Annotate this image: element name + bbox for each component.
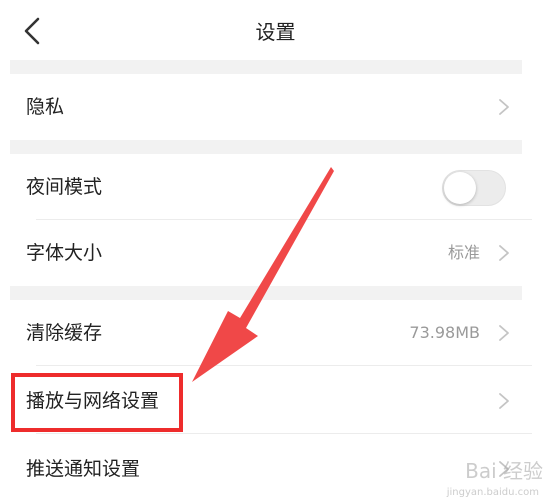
night-mode-toggle[interactable] [442,170,506,206]
chevron-right-icon [499,245,509,261]
settings-page: 设置 隐私 夜间模式 字体大小 标准 清除缓存 73.98MB 播放与网络设置 … [0,0,551,500]
row-clear-cache-label: 清除缓存 [26,322,103,344]
back-button[interactable] [16,14,50,48]
chevron-left-icon [24,17,40,45]
chevron-right-icon [499,325,509,341]
row-divider [36,365,532,366]
row-divider [36,433,532,434]
row-night-mode: 夜间模式 [10,154,532,220]
row-push-notification-label: 推送通知设置 [26,458,141,480]
row-push-notification[interactable]: 推送通知设置 [10,436,522,500]
row-privacy-label: 隐私 [26,96,65,118]
section-gap [10,286,522,300]
row-night-mode-label: 夜间模式 [26,176,103,198]
highlight-box [11,373,183,432]
row-clear-cache[interactable]: 清除缓存 73.98MB [10,300,532,366]
row-font-size-value: 标准 [447,243,480,262]
toggle-knob [444,172,476,204]
row-privacy[interactable]: 隐私 [10,74,522,140]
row-font-size-label: 字体大小 [26,242,103,264]
watermark-url: jingyan.baidu.com [446,487,539,498]
section-gap [10,60,522,74]
header-bar: 设置 [0,0,551,64]
row-clear-cache-value: 73.98MB [409,323,480,342]
section-gap [10,140,522,154]
chevron-right-icon [499,99,509,115]
watermark-logo: Bai 经验 [465,459,543,483]
row-font-size[interactable]: 字体大小 标准 [10,220,522,286]
page-title: 设置 [255,20,296,44]
chevron-right-icon [499,393,509,409]
